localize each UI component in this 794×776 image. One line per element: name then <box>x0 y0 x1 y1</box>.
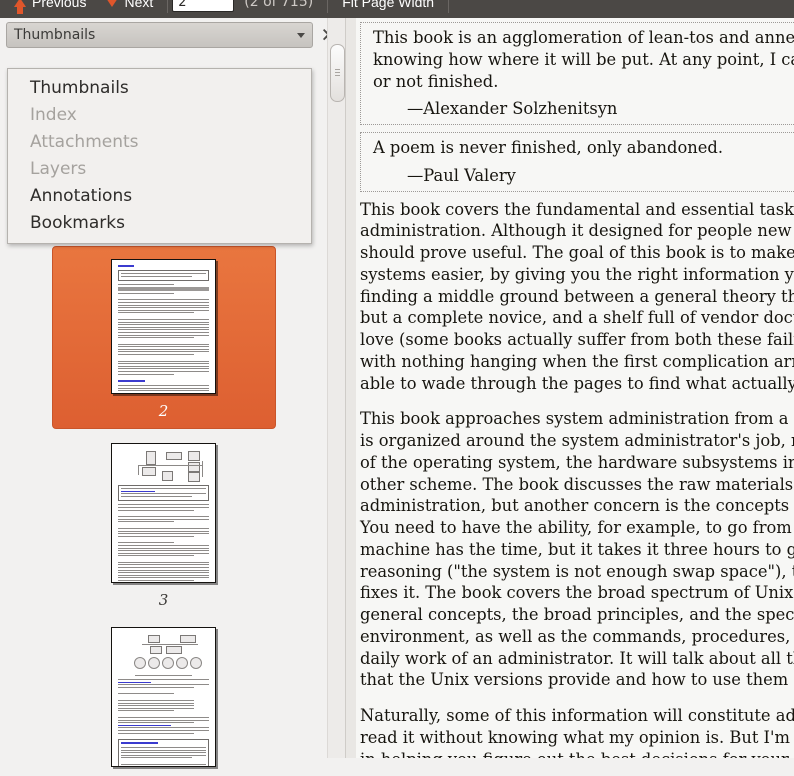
fit-page-width-button[interactable]: Fit Page Width <box>332 0 444 16</box>
quote-block: A poem is never finished, only abandoned… <box>360 132 794 192</box>
toolbar-separator-3 <box>448 0 450 13</box>
document-view[interactable]: This book is an agglomeration of lean-to… <box>356 18 794 758</box>
quote-text: A poem is never finished, only abandoned… <box>373 138 723 157</box>
quote-text: This book is an agglomeration of lean-to… <box>373 28 794 91</box>
page-number-input[interactable] <box>172 0 235 12</box>
panel-mode-dropdown-menu[interactable]: Thumbnails Index Attachments Layers Anno… <box>7 68 312 244</box>
panel-mode-selected-label: Thumbnails <box>14 27 96 43</box>
thumbnail-page-label: 2 <box>158 402 169 420</box>
toolbar-separator-1 <box>167 0 169 13</box>
document-page: This book is an agglomeration of lean-to… <box>356 22 794 758</box>
side-panel-scrollbar-thumb[interactable] <box>330 44 345 102</box>
thumbnail-item-4[interactable]: 4 <box>0 627 327 776</box>
arrow-up-icon <box>14 0 26 14</box>
fit-page-width-label: Fit Page Width <box>342 0 435 10</box>
quote-attribution: —Paul Valery <box>407 165 516 185</box>
body-paragraph: This book approaches system administrati… <box>360 409 794 690</box>
panel-mode-combobox[interactable]: Thumbnails <box>6 22 313 48</box>
thumbnail-page-preview <box>111 259 216 394</box>
side-panel-header: Thumbnails <box>0 18 345 52</box>
previous-page-label: Previous <box>32 0 87 10</box>
dropdown-item-thumbnails[interactable]: Thumbnails <box>8 75 311 102</box>
thumbnail-page-preview <box>111 627 216 767</box>
thumbnail-list[interactable]: 2 3 <box>0 246 327 776</box>
body-paragraph: Naturally, some of this information will… <box>360 706 794 758</box>
body-paragraph: This book covers the fundamental and ess… <box>360 199 794 393</box>
dropdown-item-bookmarks[interactable]: Bookmarks <box>8 210 311 237</box>
thumbnail-item-3[interactable]: 3 <box>0 443 327 609</box>
dropdown-item-annotations[interactable]: Annotations <box>8 183 311 210</box>
dropdown-item-index: Index <box>30 105 77 125</box>
chevron-down-icon <box>297 32 305 38</box>
quote-block: This book is an agglomeration of lean-to… <box>360 22 794 125</box>
quote-attribution: —Alexander Solzhenitsyn <box>407 99 618 119</box>
main-toolbar: Previous Next (2 of 715) Fit Page Width <box>0 0 794 18</box>
side-panel-scrollbar[interactable] <box>327 18 345 758</box>
page-total-label: (2 of 715) <box>244 0 314 10</box>
next-page-label: Next <box>124 0 154 10</box>
scrollbar-grip-icon <box>335 69 340 77</box>
side-panel: Thumbnails Thumbnails Index Attachments … <box>0 18 345 776</box>
arrow-down-icon <box>106 0 119 7</box>
thumbnail-page-label: 3 <box>158 591 169 609</box>
thumbnail-page-preview <box>111 443 216 583</box>
dropdown-item-layers: Layers <box>30 159 87 179</box>
toolbar-separator-2 <box>327 0 329 13</box>
previous-page-button[interactable]: Previous <box>4 0 96 16</box>
thumbnail-selection-highlight: 2 <box>51 246 276 429</box>
dropdown-item-attachments: Attachments <box>30 132 139 152</box>
thumbnail-item-2[interactable]: 2 <box>0 246 327 429</box>
next-page-button[interactable]: Next <box>96 0 163 16</box>
